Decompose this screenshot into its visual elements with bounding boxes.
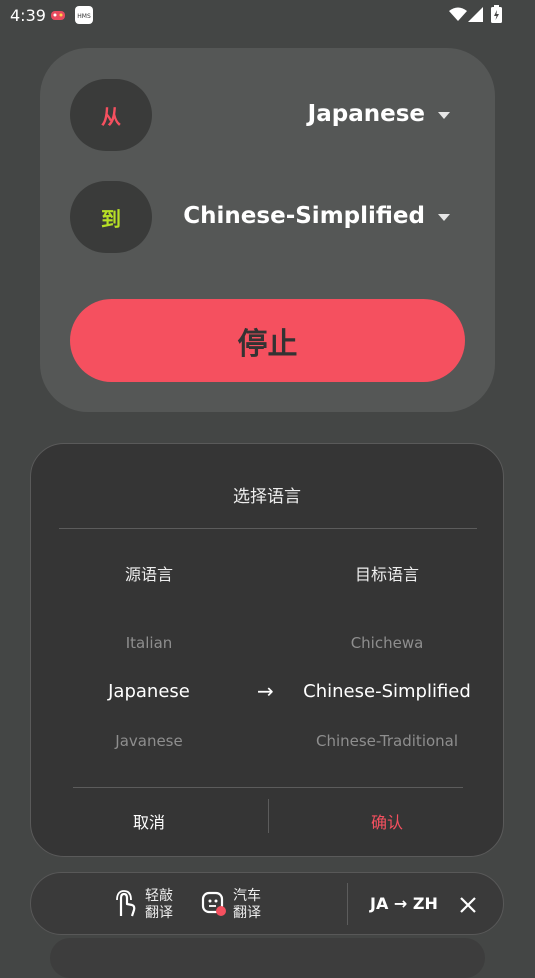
to-language-select[interactable]: Chinese-Simplified: [183, 203, 425, 229]
background-card-peek: [50, 938, 485, 978]
arrow-right-icon: →: [257, 679, 274, 703]
wifi-icon: [449, 7, 467, 21]
hms-icon: HMS: [75, 6, 93, 24]
car-translate-button[interactable]: 汽车 翻译: [233, 888, 261, 922]
bottom-toolbar: 轻敲 翻译 汽车 翻译 JA → ZH: [30, 872, 504, 935]
tap-translate-button[interactable]: 轻敲 翻译: [145, 888, 173, 922]
status-time: 4:39: [10, 6, 46, 25]
translator-panel: 从 Japanese 到 Chinese-Simplified 停止: [40, 48, 495, 412]
svg-text:HMS: HMS: [77, 13, 91, 20]
buttons-divider: [73, 787, 463, 788]
tap-gesture-icon[interactable]: [113, 890, 137, 918]
car-translate-icon[interactable]: [201, 891, 227, 917]
from-dropdown-caret-icon[interactable]: [438, 112, 450, 119]
toolbar-divider: [347, 883, 348, 925]
close-icon[interactable]: [459, 896, 477, 914]
from-language-select[interactable]: Japanese: [308, 101, 425, 127]
target-option-next[interactable]: Chinese-Traditional: [297, 732, 477, 750]
source-option-next[interactable]: Javanese: [59, 732, 239, 750]
to-label-badge: 到: [70, 181, 152, 253]
cancel-button[interactable]: 取消: [59, 809, 239, 833]
game-icon: [51, 11, 65, 20]
target-option-selected[interactable]: Chinese-Simplified: [297, 681, 477, 702]
to-dropdown-caret-icon[interactable]: [438, 214, 450, 221]
language-pair-indicator[interactable]: JA → ZH: [370, 894, 438, 913]
stop-button[interactable]: 停止: [70, 299, 465, 382]
from-label-badge: 从: [70, 79, 152, 151]
source-option-selected[interactable]: Japanese: [59, 681, 239, 702]
source-language-header: 源语言: [124, 565, 173, 584]
select-language-dialog: 选择语言 源语言 目标语言 Italian Japanese Javanese …: [30, 443, 504, 857]
signal-icon: [468, 7, 483, 22]
buttons-separator: [268, 799, 269, 833]
dialog-title: 选择语言: [233, 487, 301, 507]
source-option-prev[interactable]: Italian: [59, 634, 239, 652]
status-bar: 4:39 HMS: [0, 0, 535, 30]
target-language-header: 目标语言: [354, 565, 419, 584]
battery-charging-icon: [491, 5, 502, 23]
title-divider: [59, 528, 477, 529]
target-option-prev[interactable]: Chichewa: [297, 634, 477, 652]
confirm-button[interactable]: 确认: [297, 809, 477, 833]
